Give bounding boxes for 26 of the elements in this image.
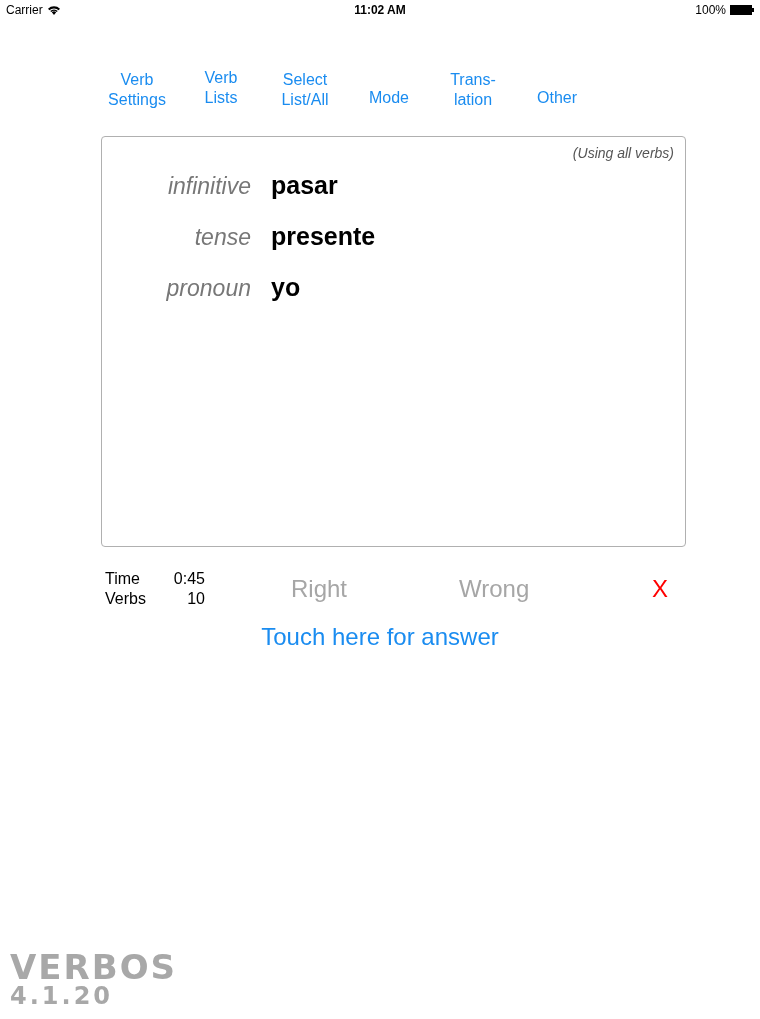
clock: 11:02 AM: [354, 3, 406, 17]
menu-button[interactable]: Verb Lists: [179, 68, 263, 108]
app-name: VERBOS: [10, 950, 178, 984]
verb-source-note: (Using all verbs): [572, 145, 674, 161]
close-button[interactable]: X: [652, 575, 668, 603]
stat-value: 0:45: [172, 569, 205, 589]
field-label: infinitive: [166, 173, 251, 200]
menu-button[interactable]: Select List/All: [263, 70, 347, 110]
wifi-icon: [46, 5, 61, 15]
stat-label: Verbs: [105, 589, 147, 609]
field-label: pronoun: [165, 275, 251, 302]
app-version: 4.1.20: [10, 984, 115, 1008]
field-value: presente: [271, 222, 376, 251]
battery-percent: 100%: [695, 3, 726, 17]
answer-button[interactable]: Touch here for answer: [261, 623, 499, 651]
stat-value: 10: [186, 589, 205, 609]
battery-icon: [730, 5, 754, 15]
field-label: tense: [193, 224, 251, 251]
menu-button[interactable]: Mode: [347, 88, 431, 108]
menu-button[interactable]: Other: [515, 88, 599, 108]
menu-button[interactable]: Trans- lation: [431, 70, 515, 110]
carrier-label: Carrier: [6, 3, 43, 17]
menu-button[interactable]: Verb Settings: [95, 70, 179, 110]
stat-label: Time: [105, 569, 141, 589]
field-value: pasar: [271, 171, 339, 200]
field-value: yo: [271, 273, 302, 302]
